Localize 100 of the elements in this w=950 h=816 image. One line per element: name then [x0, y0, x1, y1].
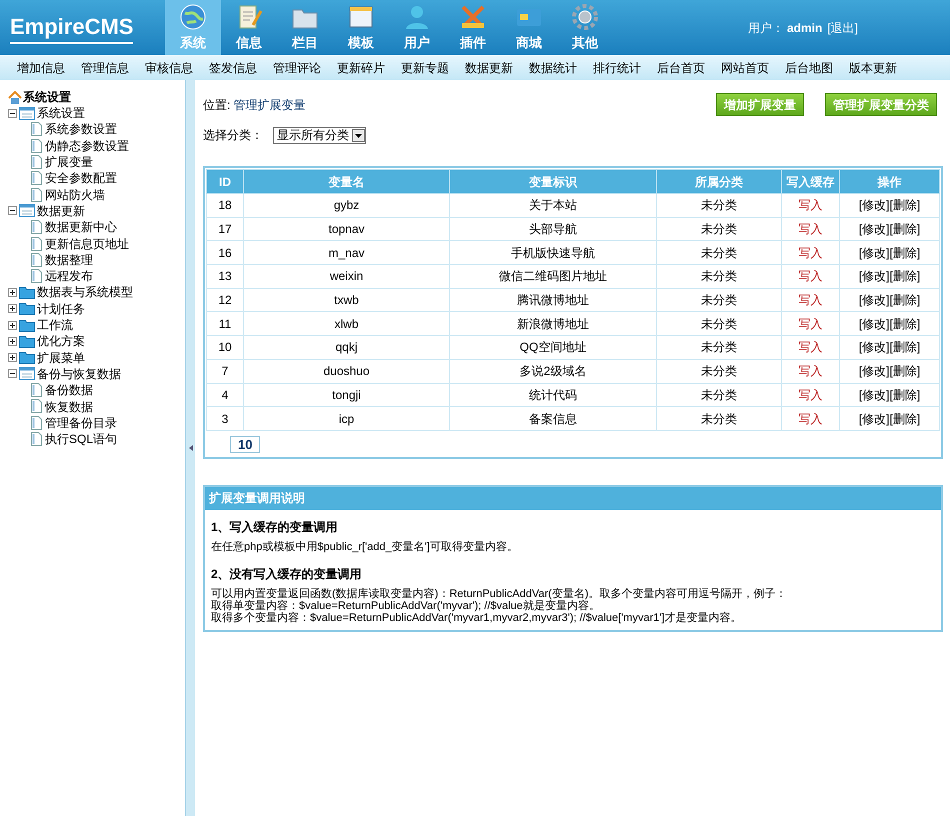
tree-group[interactable]: 计划任务 — [37, 300, 85, 318]
menu-link[interactable]: 更新专题 — [393, 58, 457, 76]
menu-link[interactable]: 排行统计 — [585, 58, 649, 76]
menu-link[interactable]: 网站首页 — [713, 58, 777, 76]
expand-icon[interactable] — [8, 320, 17, 330]
expand-icon[interactable] — [8, 336, 17, 346]
tree-group[interactable]: 优化方案 — [37, 332, 85, 350]
edit-link[interactable]: [修改] — [858, 412, 890, 426]
delete-link[interactable]: [删除] — [890, 222, 920, 236]
nav-tab[interactable]: 商城 — [501, 0, 557, 55]
page-number[interactable]: 10 — [230, 436, 260, 453]
tree-item[interactable]: 执行SQL语句 — [45, 430, 118, 448]
collapse-arrow-icon[interactable] — [188, 445, 192, 451]
panel-title: 扩展变量调用说明 — [205, 486, 941, 510]
table-cell: 未分类 — [656, 264, 782, 288]
table-cell: topnav — [244, 217, 450, 241]
tree-group[interactable]: 备份与恢复数据 — [37, 364, 121, 383]
edit-link[interactable]: [修改] — [858, 246, 890, 260]
table-cell: 未分类 — [656, 336, 782, 360]
help-text: 可以用内置变量返回函数(数据库读取变量内容)：ReturnPublicAddVar(变量名)。取多个变量内容可用逗号隔开，例子： — [211, 588, 788, 600]
table-cell: 12 — [206, 288, 244, 312]
expand-icon[interactable] — [8, 304, 17, 314]
tree-item[interactable]: 安全参数配置 — [45, 169, 117, 188]
expand-icon[interactable] — [8, 288, 17, 297]
delete-link[interactable]: [删除] — [890, 316, 920, 331]
tree-item[interactable]: 系统参数设置 — [45, 120, 117, 138]
page-icon — [30, 171, 43, 186]
tree-item[interactable]: 扩展变量 — [45, 153, 93, 172]
table-cell: 未分类 — [656, 383, 782, 407]
expand-icon[interactable] — [8, 353, 17, 362]
gear-icon — [571, 2, 599, 31]
nav-tab[interactable]: 信息 — [221, 0, 277, 55]
menu-link[interactable]: 后台地图 — [777, 58, 841, 76]
delete-link[interactable]: [删除] — [890, 412, 920, 426]
table-cell: icp — [244, 406, 450, 430]
table-cell: 未分类 — [656, 312, 782, 336]
nav-tab[interactable]: 插件 — [445, 0, 501, 55]
tree-group[interactable]: 工作流 — [37, 316, 73, 334]
page-icon — [30, 383, 43, 398]
tree-item[interactable]: 网站防火墙 — [45, 186, 105, 204]
folder-icon — [19, 334, 35, 348]
tree-group[interactable]: 扩展菜单 — [37, 348, 85, 367]
tree-item[interactable]: 数据更新中心 — [45, 218, 117, 236]
edit-link[interactable]: [修改] — [858, 269, 890, 284]
delete-link[interactable]: [删除] — [890, 198, 920, 212]
menu-link[interactable]: 管理信息 — [73, 58, 137, 76]
table-cell: 未分类 — [656, 406, 782, 430]
collapse-icon[interactable] — [8, 369, 17, 378]
edit-link[interactable]: [修改] — [858, 316, 890, 331]
tree-item[interactable]: 管理备份目录 — [45, 414, 117, 432]
page-icon — [30, 252, 43, 267]
tree-item[interactable]: 更新信息页地址 — [45, 234, 129, 253]
help-text: 取得多个变量内容：$value=ReturnPublicAddVar('myvar1,myvar2,myvar3'); //$value['myvar1']才是变量内容。 — [211, 612, 743, 624]
table-cell: xlwb — [244, 312, 450, 336]
edit-link[interactable]: [修改] — [858, 364, 890, 378]
tree-item[interactable]: 远程发布 — [45, 267, 93, 286]
collapse-icon[interactable] — [8, 206, 17, 216]
folder-icon — [19, 351, 35, 364]
edit-link[interactable]: [修改] — [858, 388, 890, 402]
nav-tab[interactable]: 用户 — [389, 0, 445, 55]
house-icon — [8, 90, 22, 104]
menu-link[interactable]: 审核信息 — [137, 58, 201, 76]
location-link[interactable]: 管理扩展变量 — [233, 96, 306, 114]
delete-link[interactable]: [删除] — [890, 364, 920, 378]
edit-link[interactable]: [修改] — [858, 340, 890, 354]
user-label: 用户： — [748, 20, 784, 36]
edit-link[interactable]: [修改] — [858, 198, 890, 212]
tree-group[interactable]: 数据表与系统模型 — [37, 283, 133, 302]
edit-link[interactable]: [修改] — [858, 293, 890, 308]
menu-link[interactable]: 版本更新 — [841, 58, 905, 76]
delete-link[interactable]: [删除] — [890, 340, 920, 354]
nav-tab[interactable]: 其他 — [557, 0, 613, 55]
delete-link[interactable]: [删除] — [890, 293, 920, 308]
delete-link[interactable]: [删除] — [890, 246, 920, 260]
table-cell: 未分类 — [656, 359, 782, 383]
nav-tab[interactable]: 模板 — [333, 0, 389, 55]
menu-link[interactable]: 签发信息 — [201, 58, 265, 76]
tree-item[interactable]: 数据整理 — [45, 250, 93, 269]
nav-tab[interactable]: 栏目 — [277, 0, 333, 55]
tree-group[interactable]: 系统设置 — [37, 104, 85, 122]
tree-group[interactable]: 数据更新 — [37, 202, 85, 220]
folder-icon — [19, 318, 35, 332]
help-text: 取得单变量内容：$value=ReturnPublicAddVar('myvar'); //$value就是变量内容。 — [211, 600, 601, 612]
table-cell: weixin — [244, 264, 450, 288]
tree-item[interactable]: 备份数据 — [45, 381, 93, 400]
collapse-icon[interactable] — [8, 108, 17, 118]
menu-link[interactable]: 增加信息 — [9, 58, 73, 76]
table-cell: 微信二维码图片地址 — [450, 264, 656, 288]
edit-link[interactable]: [修改] — [858, 222, 890, 236]
menu-link[interactable]: 后台首页 — [649, 58, 713, 76]
delete-link[interactable]: [删除] — [890, 269, 920, 284]
tree-item[interactable]: 伪静态参数设置 — [45, 136, 129, 155]
delete-link[interactable]: [删除] — [890, 388, 920, 402]
menu-link[interactable]: 数据更新 — [457, 58, 521, 76]
tree-item[interactable]: 恢复数据 — [45, 398, 93, 416]
menu-link[interactable]: 更新碎片 — [329, 58, 393, 76]
page-icon — [30, 399, 43, 414]
menu-link[interactable]: 管理评论 — [265, 58, 329, 76]
menu-link[interactable]: 数据统计 — [521, 58, 585, 76]
category-select[interactable]: 显示所有分类 — [273, 126, 366, 144]
